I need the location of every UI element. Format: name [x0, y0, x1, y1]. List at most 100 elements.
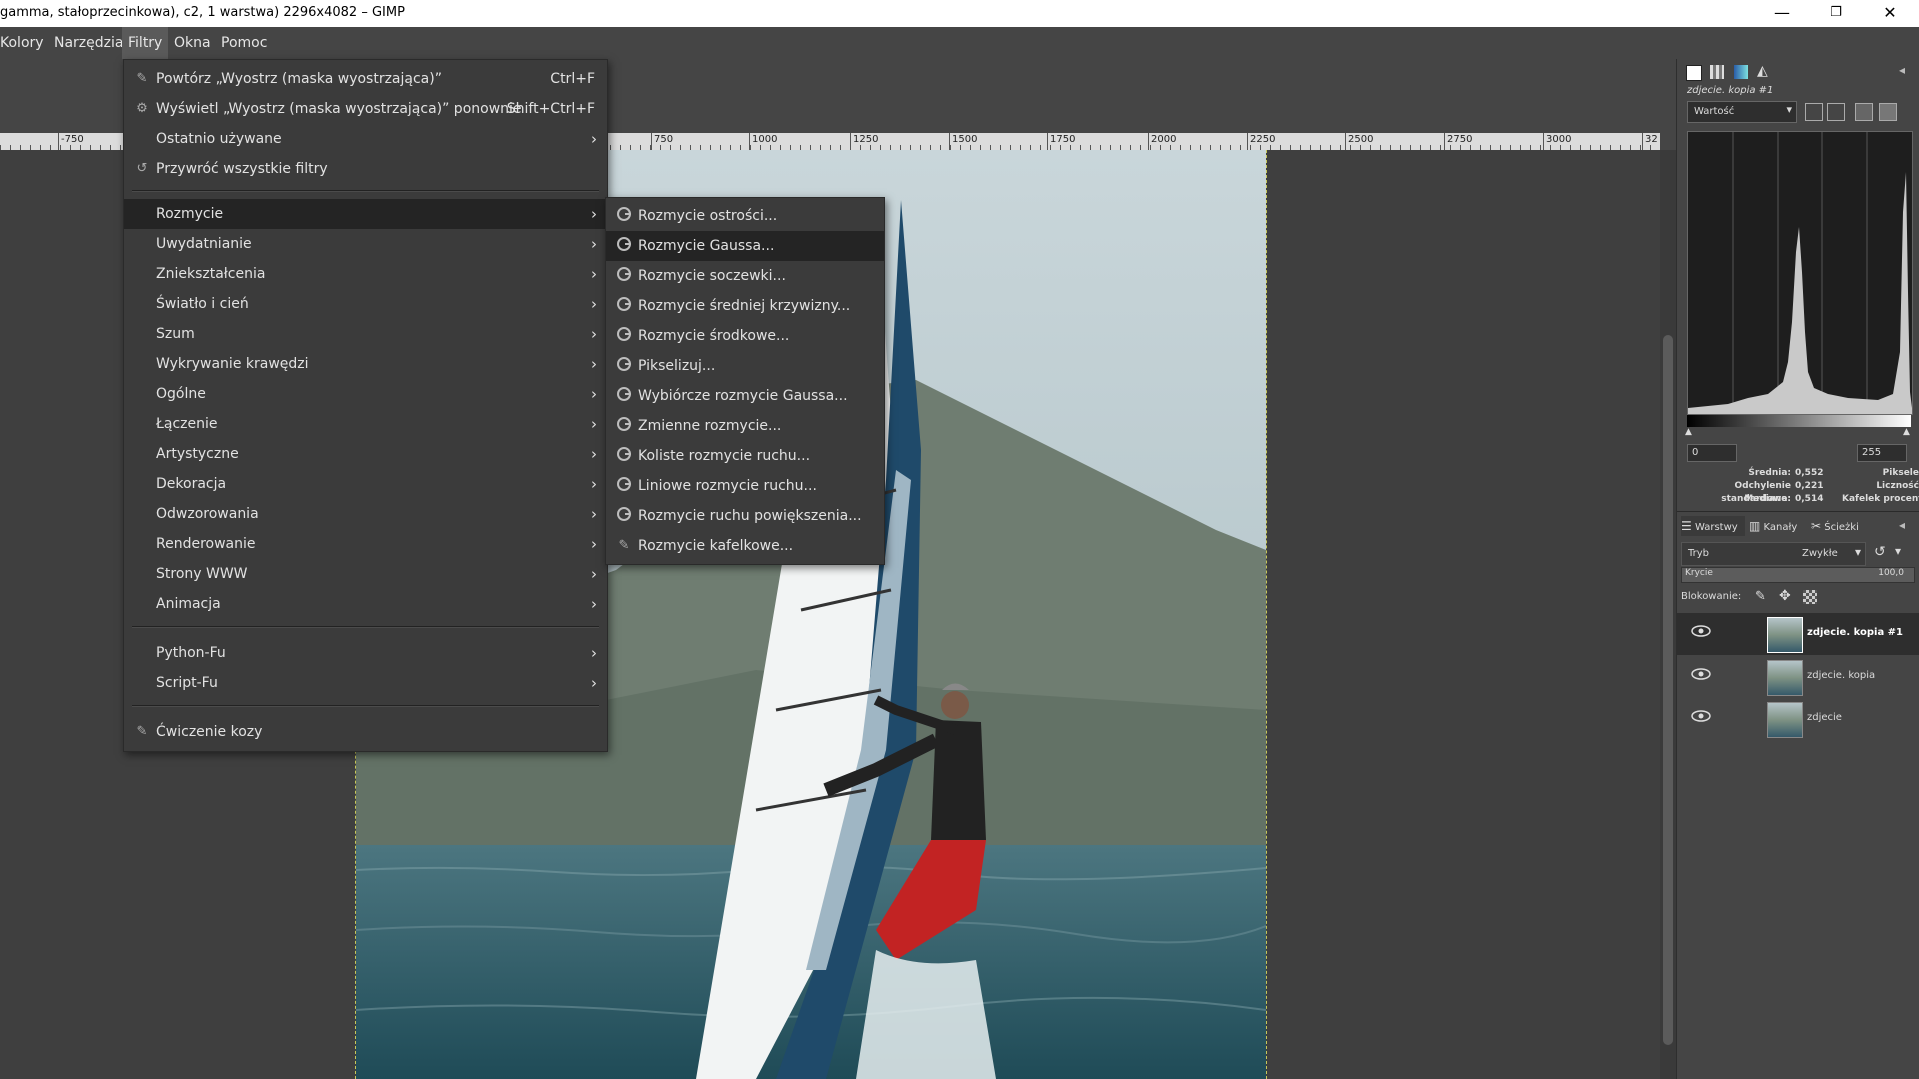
- gegl-icon: [616, 501, 632, 531]
- menu-narzedzia[interactable]: Narzędzia: [48, 27, 129, 59]
- menu-item-noise[interactable]: Szum ›: [124, 319, 607, 349]
- menu-okna[interactable]: Okna: [168, 27, 217, 59]
- gradients-icon[interactable]: [1734, 65, 1748, 79]
- minimize-button[interactable]: —: [1755, 0, 1809, 27]
- linear-histogram-icon[interactable]: [1805, 103, 1823, 121]
- submenu-item-variable-blur[interactable]: Zmienne rozmycie...: [606, 411, 884, 441]
- histogram-gradient-bar: [1687, 415, 1911, 427]
- submenu-item-zoom-motion-blur[interactable]: Rozmycie ruchu powiększenia...: [606, 501, 884, 531]
- fg-bg-colors-icon[interactable]: [1686, 65, 1702, 81]
- menu-item-reset-filters[interactable]: ↺ Przywróć wszystkie filtry: [124, 154, 607, 184]
- menu-item-generic[interactable]: Ogólne ›: [124, 379, 607, 409]
- panel-menu-icon[interactable]: ◂: [1899, 63, 1905, 77]
- chevron-down-icon[interactable]: ▾: [1895, 544, 1901, 558]
- menu-item-repeat-filter[interactable]: ✎ Powtórz „Wyostrz (maska wyostrzająca)”…: [124, 64, 607, 94]
- ruler-label: 2250: [1247, 133, 1275, 150]
- menu-item-script-fu[interactable]: Script-Fu ›: [124, 668, 607, 698]
- eye-icon[interactable]: [1691, 625, 1711, 637]
- gegl-icon: [616, 351, 632, 381]
- ruler-label: 1500: [949, 133, 977, 150]
- lock-label: Blokowanie:: [1681, 591, 1742, 602]
- stat-std-value: 0,221: [1795, 481, 1824, 491]
- panel-divider: [1677, 511, 1919, 512]
- histogram-tab-icon[interactable]: ◭: [1757, 63, 1768, 79]
- menu-kolory[interactable]: Kolory: [0, 27, 50, 59]
- reset-mode-icon[interactable]: ↺: [1874, 544, 1886, 560]
- eye-icon[interactable]: [1691, 710, 1711, 722]
- menu-item-animation[interactable]: Animacja ›: [124, 589, 607, 619]
- menu-item-map[interactable]: Odwzorowania ›: [124, 499, 607, 529]
- channel-select[interactable]: Wartość ▾: [1687, 101, 1797, 123]
- menu-item-light-shadow[interactable]: Światło i cień ›: [124, 289, 607, 319]
- submenu-item-tileable-blur[interactable]: ✎ Rozmycie kafelkowe...: [606, 531, 884, 561]
- gegl-icon: [616, 321, 632, 351]
- scrollbar-thumb[interactable]: [1663, 335, 1673, 1045]
- range-max-input[interactable]: 255: [1857, 444, 1907, 462]
- chevron-right-icon: ›: [591, 535, 597, 553]
- chevron-right-icon: ›: [591, 644, 597, 662]
- menu-item-reshow-filter[interactable]: ⚙ Wyświetl „Wyostrz (maska wyostrzająca)…: [124, 94, 607, 124]
- submenu-item-selective-gaussian-blur[interactable]: Wybiórcze rozmycie Gaussa...: [606, 381, 884, 411]
- stat-mean-label: Średnia:: [1748, 468, 1791, 478]
- range-max-handle[interactable]: ▲: [1903, 427, 1910, 437]
- patterns-icon[interactable]: [1710, 65, 1724, 79]
- maximize-button[interactable]: ❐: [1809, 0, 1863, 27]
- tab-layers[interactable]: ☰ Warstwy: [1681, 516, 1745, 536]
- wrench-icon: ✎: [136, 724, 148, 739]
- log-histogram-icon[interactable]: [1827, 103, 1845, 121]
- menu-item-goat-exercise[interactable]: ✎ Ćwiczenie kozy: [124, 717, 607, 747]
- gegl-icon: [616, 201, 632, 231]
- menu-pomoc[interactable]: Pomoc: [215, 27, 273, 59]
- paths-icon: ✂: [1811, 519, 1822, 533]
- layer-row[interactable]: zdjecie. kopia: [1677, 656, 1919, 698]
- submenu-item-circular-motion-blur[interactable]: Koliste rozmycie ruchu...: [606, 441, 884, 471]
- close-button[interactable]: ✕: [1863, 0, 1917, 27]
- reset-icon: ↺: [136, 161, 148, 176]
- menu-item-web[interactable]: Strony WWW ›: [124, 559, 607, 589]
- submenu-item-mean-curvature-blur[interactable]: Rozmycie średniej krzywizny...: [606, 291, 884, 321]
- menu-item-edge-detect[interactable]: Wykrywanie krawędzi ›: [124, 349, 607, 379]
- canvas-vertical-scrollbar[interactable]: [1660, 150, 1676, 1079]
- menu-item-render[interactable]: Renderowanie ›: [124, 529, 607, 559]
- panel-menu-icon[interactable]: ◂: [1899, 518, 1905, 532]
- range-min-input[interactable]: 0: [1687, 444, 1737, 462]
- gegl-icon: [616, 441, 632, 471]
- layer-row[interactable]: zdjecie: [1677, 698, 1919, 740]
- tab-channels[interactable]: ▥ Kanały: [1749, 516, 1809, 536]
- layer-view-icon[interactable]: [1855, 103, 1873, 121]
- submenu-item-linear-motion-blur[interactable]: Liniowe rozmycie ruchu...: [606, 471, 884, 501]
- histogram-layer-name: zdjecie. kopia #1: [1687, 85, 1774, 96]
- submenu-item-focus-blur[interactable]: Rozmycie ostrości...: [606, 201, 884, 231]
- range-min-handle[interactable]: ▲: [1685, 427, 1692, 437]
- lock-position-icon[interactable]: ✥: [1779, 588, 1791, 604]
- wrench-icon: ✎: [136, 71, 148, 86]
- lock-pixels-icon[interactable]: ✎: [1755, 589, 1766, 604]
- histogram-view[interactable]: [1687, 131, 1913, 415]
- menu-item-artistic[interactable]: Artystyczne ›: [124, 439, 607, 469]
- window-title: gamma, stałoprzecinkowa), c2, 1 warstwa)…: [0, 5, 405, 20]
- layer-mode-select[interactable]: Tryb Zwykłe ▾: [1681, 542, 1866, 566]
- menu-item-blur[interactable]: Rozmycie ›: [124, 199, 607, 229]
- opacity-slider[interactable]: Krycie 100,0: [1681, 567, 1915, 583]
- submenu-item-gaussian-blur[interactable]: Rozmycie Gaussa...: [606, 231, 884, 261]
- menu-item-python-fu[interactable]: Python-Fu ›: [124, 638, 607, 668]
- menu-item-recently-used[interactable]: Ostatnio używane ›: [124, 124, 607, 154]
- submenu-item-lens-blur[interactable]: Rozmycie soczewki...: [606, 261, 884, 291]
- chevron-right-icon: ›: [591, 355, 597, 373]
- lock-alpha-icon[interactable]: [1803, 590, 1817, 604]
- layer-row[interactable]: zdjecie. kopia #1: [1677, 613, 1919, 655]
- gegl-icon: [616, 291, 632, 321]
- layer-thumbnail: [1767, 617, 1803, 653]
- chevron-right-icon: ›: [591, 415, 597, 433]
- menu-item-combine[interactable]: Łączenie ›: [124, 409, 607, 439]
- menu-filtry[interactable]: Filtry: [122, 27, 169, 59]
- menu-item-decor[interactable]: Dekoracja ›: [124, 469, 607, 499]
- menu-item-distorts[interactable]: Zniekształcenia ›: [124, 259, 607, 289]
- menu-item-enhance[interactable]: Uwydatnianie ›: [124, 229, 607, 259]
- tab-paths[interactable]: ✂ Ścieżki: [1811, 516, 1871, 536]
- chevron-down-icon: ▾: [1854, 545, 1861, 559]
- eye-icon[interactable]: [1691, 668, 1711, 680]
- image-view-icon[interactable]: [1879, 103, 1897, 121]
- submenu-item-median-blur[interactable]: Rozmycie środkowe...: [606, 321, 884, 351]
- submenu-item-pixelize[interactable]: Pikselizuj...: [606, 351, 884, 381]
